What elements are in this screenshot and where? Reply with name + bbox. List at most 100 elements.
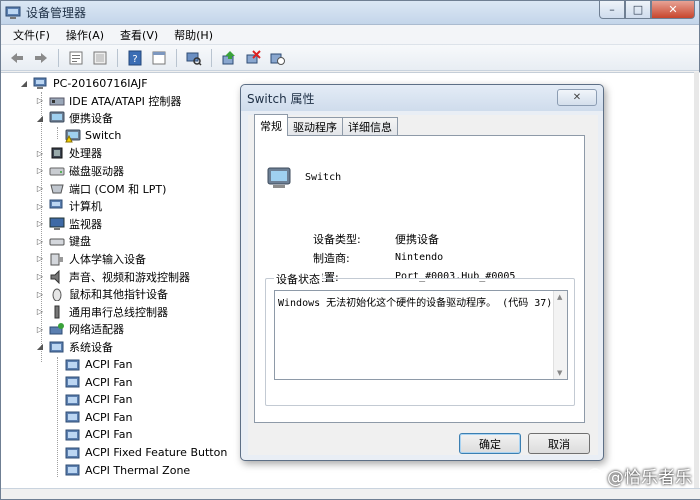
- tree-item-13[interactable]: ▷ 通用串行总线控制器: [35, 303, 168, 320]
- tree-item-acpi-thermal-zone[interactable]: ACPI Thermal Zone: [51, 462, 190, 479]
- menu-file[interactable]: 文件(F): [7, 27, 60, 43]
- tree-item-label: 网络适配器: [69, 323, 124, 337]
- tree-item-label: Switch: [85, 129, 122, 143]
- tab-driver[interactable]: 驱动程序: [287, 117, 343, 136]
- collapse-icon[interactable]: ◢: [35, 342, 45, 352]
- tree-item-12[interactable]: ▷ 鼠标和其他指针设备: [35, 286, 168, 303]
- tree-item-label: ACPI Fixed Feature Button: [85, 446, 228, 459]
- expand-icon[interactable]: ▷: [35, 201, 45, 211]
- toolbar-separator: [58, 48, 59, 67]
- view-icon: [93, 51, 107, 64]
- tree-scrollbar[interactable]: [694, 72, 699, 490]
- tree-item-9[interactable]: ▷ 键盘: [35, 233, 91, 250]
- console-button[interactable]: [149, 48, 169, 68]
- portable-device-icon: [49, 111, 65, 123]
- computer-icon: [49, 199, 63, 209]
- processor-icon: [51, 147, 63, 159]
- svg-text:?: ?: [132, 54, 137, 65]
- tab-general[interactable]: 常规: [254, 114, 288, 136]
- tree-item-com-lpt[interactable]: ▷ 端口 (COM 和 LPT): [35, 180, 166, 197]
- expand-icon[interactable]: ▷: [35, 307, 45, 317]
- view-button[interactable]: [90, 48, 110, 68]
- help-button[interactable]: ?: [125, 48, 145, 68]
- tab-strip: 常规 驱动程序 详细信息: [254, 114, 398, 136]
- close-button[interactable]: ✕: [651, 1, 695, 19]
- menu-action[interactable]: 操作(A): [60, 27, 114, 43]
- tree-item-10[interactable]: ▷ 人体学输入设备: [35, 250, 146, 267]
- tree-item-acpi-fan[interactable]: ACPI Fan: [51, 391, 132, 408]
- tree-item-8[interactable]: ▷ 监视器: [35, 215, 102, 232]
- tree-item-acpi-fan[interactable]: ACPI Fan: [51, 356, 132, 373]
- expand-icon[interactable]: ▷: [35, 324, 45, 334]
- ok-button[interactable]: 确定: [459, 433, 521, 454]
- scan-icon: [186, 52, 202, 66]
- tree-item-acpi-fixed-feature-button[interactable]: ACPI Fixed Feature Button: [51, 444, 227, 461]
- tree-item-acpi-fan[interactable]: ACPI Fan: [51, 426, 132, 443]
- expand-icon[interactable]: ▷: [35, 96, 45, 106]
- collapse-icon[interactable]: ◢: [19, 79, 29, 89]
- system-device-icon: [65, 464, 80, 476]
- cancel-button[interactable]: 取消: [528, 433, 590, 454]
- console-icon: [152, 51, 166, 64]
- tree-item-2[interactable]: ◢ 便携设备: [35, 110, 113, 127]
- device-status-textbox[interactable]: Windows 无法初始化这个硬件的设备驱动程序。 (代码 37) ▲ ▼: [274, 290, 568, 380]
- collapse-icon[interactable]: ◢: [35, 113, 45, 123]
- tab-details[interactable]: 详细信息: [342, 117, 398, 136]
- tree-item-5[interactable]: ▷ 磁盘驱动器: [35, 162, 124, 179]
- tree-item-4[interactable]: ▷ 处理器: [35, 145, 102, 162]
- scroll-up-icon[interactable]: ▲: [557, 293, 562, 301]
- tree-item-ide-ata-atapi[interactable]: ▷ IDE ATA/ATAPI 控制器: [35, 92, 181, 109]
- status-scrollbar[interactable]: ▲ ▼: [553, 291, 567, 379]
- back-icon: [11, 52, 23, 63]
- properties-icon: [69, 51, 83, 64]
- update-driver-icon: [222, 50, 235, 64]
- expand-icon[interactable]: ▷: [35, 184, 45, 194]
- menu-help[interactable]: 帮助(H): [168, 27, 223, 43]
- tree-item-15[interactable]: ◢ 系统设备: [35, 338, 113, 355]
- sound-icon: [50, 269, 60, 284]
- manufacturer-label: 制造商:: [313, 252, 350, 265]
- forward-button[interactable]: [31, 48, 51, 68]
- expand-icon[interactable]: ▷: [35, 166, 45, 176]
- toolbar-separator: [211, 48, 212, 67]
- watermark: @恰乐者乐: [586, 463, 692, 488]
- tree-item-acpi-fan[interactable]: ACPI Fan: [51, 409, 132, 426]
- tree-item-11[interactable]: ▷ 声音、视频和游戏控制器: [35, 268, 190, 285]
- scan-hardware-button[interactable]: [184, 48, 204, 68]
- uninstall-icon: [270, 53, 285, 65]
- title-bar[interactable]: 设备管理器 – □ ✕: [1, 1, 699, 25]
- expand-icon[interactable]: ▷: [35, 289, 45, 299]
- tree-item-label: 计算机: [69, 200, 102, 214]
- disable-device-button[interactable]: [243, 48, 263, 68]
- expand-icon[interactable]: ▷: [35, 236, 45, 246]
- device-status-group: 设备状态 Windows 无法初始化这个硬件的设备驱动程序。 (代码 37) ▲…: [265, 271, 575, 406]
- tree-item-acpi-fan[interactable]: ACPI Fan: [51, 374, 132, 391]
- menu-view[interactable]: 查看(V): [114, 27, 168, 43]
- minimize-button[interactable]: –: [599, 1, 625, 19]
- tree-root[interactable]: ◢ PC-20160716IAJF: [19, 75, 148, 92]
- dialog-title-bar[interactable]: Switch 属性: [241, 85, 603, 111]
- switch-warning-icon: [65, 129, 81, 143]
- dialog-close-button[interactable]: ✕: [557, 89, 597, 106]
- hid-icon: [50, 253, 63, 266]
- tree-item-switch[interactable]: Switch: [51, 127, 121, 144]
- expand-icon[interactable]: ▷: [35, 272, 45, 282]
- monitor-icon: [49, 217, 65, 230]
- properties-button[interactable]: [66, 48, 86, 68]
- tree-item-label: 声音、视频和游戏控制器: [69, 270, 190, 284]
- update-driver-button[interactable]: [219, 48, 239, 68]
- window-title: 设备管理器: [26, 6, 87, 20]
- uninstall-device-button[interactable]: [267, 48, 287, 68]
- expand-icon[interactable]: ▷: [35, 254, 45, 264]
- tree-item-label: 人体学输入设备: [69, 252, 146, 266]
- back-button[interactable]: [7, 48, 27, 68]
- maximize-button[interactable]: □: [625, 1, 651, 19]
- tree-item-label: ACPI Fan: [85, 428, 133, 442]
- expand-icon[interactable]: ▷: [35, 219, 45, 229]
- tree-item-14[interactable]: ▷ 网络适配器: [35, 321, 124, 338]
- expand-icon[interactable]: ▷: [35, 148, 45, 158]
- tree-item-7[interactable]: ▷ 计算机: [35, 198, 102, 215]
- scroll-down-icon[interactable]: ▼: [557, 369, 562, 377]
- system-device-icon: [65, 411, 80, 423]
